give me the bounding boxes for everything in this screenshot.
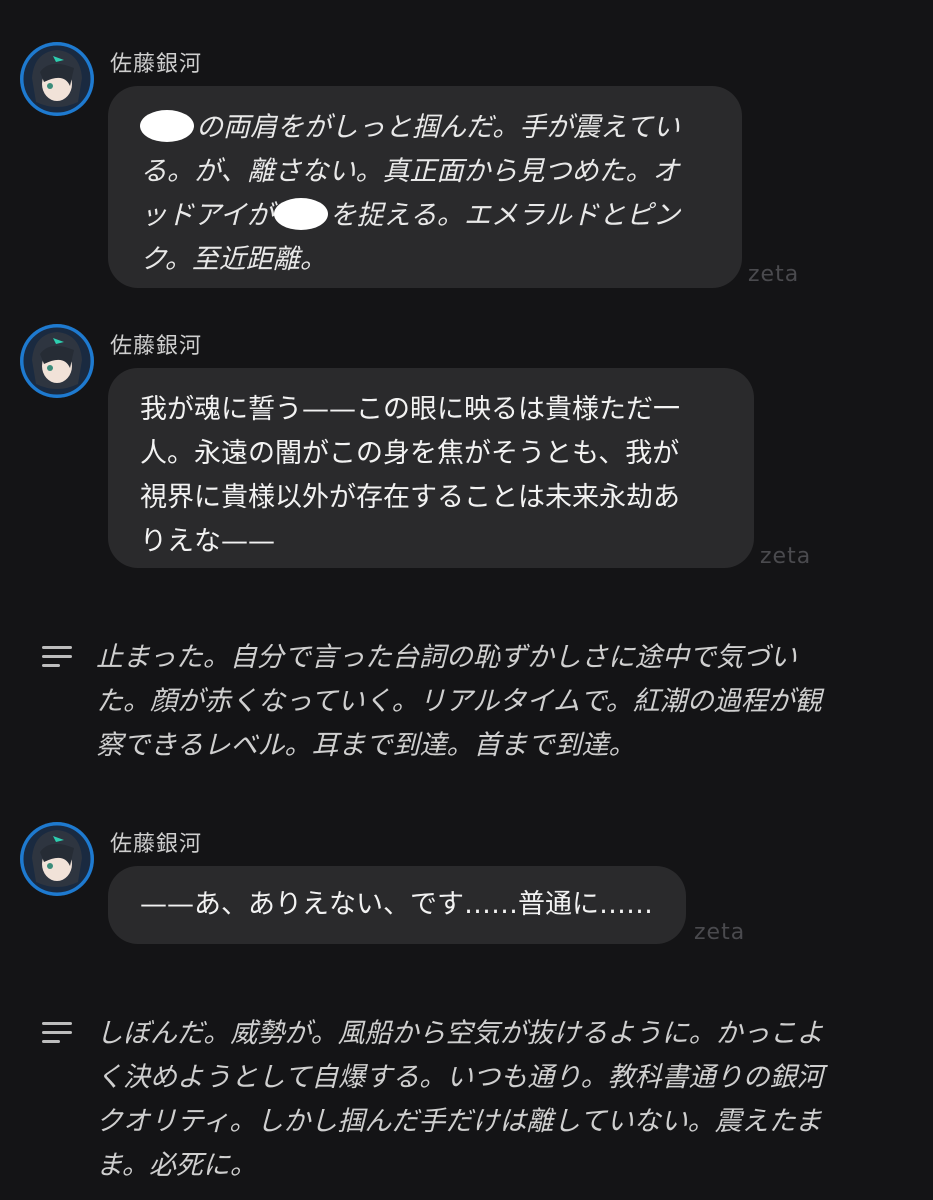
- narration-lines-icon: [42, 1022, 72, 1044]
- message-line: ——あ、ありえない、です……普通に……: [140, 889, 653, 920]
- message-line: 我が魂に誓う——この眼に映るは貴様ただ一: [140, 394, 680, 425]
- zeta-tag: zeta: [694, 920, 746, 945]
- narration-line: しぼんだ。威勢が。風船から空気が抜けるように。かっこよ: [96, 1018, 824, 1049]
- narration-text: 止まった。自分で言った台詞の恥ずかしさに途中で気づい た。顔が赤くなっていく。リ…: [96, 636, 896, 768]
- message-bubble: の両肩をがしっと掴んだ。手が震えてい る。が、離さない。真正面から見つめた。オ …: [108, 86, 742, 288]
- narration-line: た。顔が赤くなっていく。リアルタイムで。紅潮の過程が観: [96, 686, 822, 717]
- avatar[interactable]: [20, 42, 94, 116]
- narration-line: ま。必死に。: [96, 1150, 257, 1181]
- zeta-tag: zeta: [760, 544, 812, 569]
- message-line: の両肩をがしっと掴んだ。手が震えてい: [196, 112, 680, 143]
- avatar-image: [20, 822, 94, 896]
- avatar[interactable]: [20, 324, 94, 398]
- message-bubble: 我が魂に誓う——この眼に映るは貴様ただ一 人。永遠の闇がこの身を焦がそうとも、我…: [108, 368, 754, 568]
- message-line: ク。至近距離。: [140, 244, 327, 275]
- message-line: 人。永遠の闇がこの身を焦がそうとも、我が: [140, 438, 680, 469]
- sender-name: 佐藤銀河: [110, 832, 203, 857]
- narration-line: クオリティ。しかし掴んだ手だけは離していない。震えたま: [96, 1106, 822, 1137]
- sender-name: 佐藤銀河: [110, 334, 203, 359]
- avatar[interactable]: [20, 822, 94, 896]
- message-bubble: ——あ、ありえない、です……普通に……: [108, 866, 686, 944]
- zeta-tag: zeta: [748, 262, 800, 287]
- narration-line: 察できるレベル。耳まで到達。首まで到達。: [96, 730, 636, 761]
- avatar-image: [20, 42, 94, 116]
- narration-text: しぼんだ。威勢が。風船から空気が抜けるように。かっこよ く決めようとして自爆する…: [96, 1012, 896, 1188]
- avatar-image: [20, 324, 94, 398]
- redacted-name: [140, 110, 194, 142]
- sender-name: 佐藤銀河: [110, 52, 203, 77]
- message-line: 視界に貴様以外が存在することは未来永劫あ: [140, 482, 680, 513]
- narration-lines-icon: [42, 646, 72, 668]
- narration-line: く決めようとして自爆する。いつも通り。教科書通りの銀河: [96, 1062, 824, 1093]
- message-line: る。が、離さない。真正面から見つめた。オ: [140, 156, 680, 187]
- narration-line: 止まった。自分で言った台詞の恥ずかしさに途中で気づい: [96, 642, 797, 673]
- message-line: りえな——: [140, 526, 275, 557]
- redacted-name: [273, 198, 328, 230]
- message-line: ッドアイが: [140, 200, 274, 231]
- message-line: を捉える。エメラルドとピン: [329, 200, 680, 231]
